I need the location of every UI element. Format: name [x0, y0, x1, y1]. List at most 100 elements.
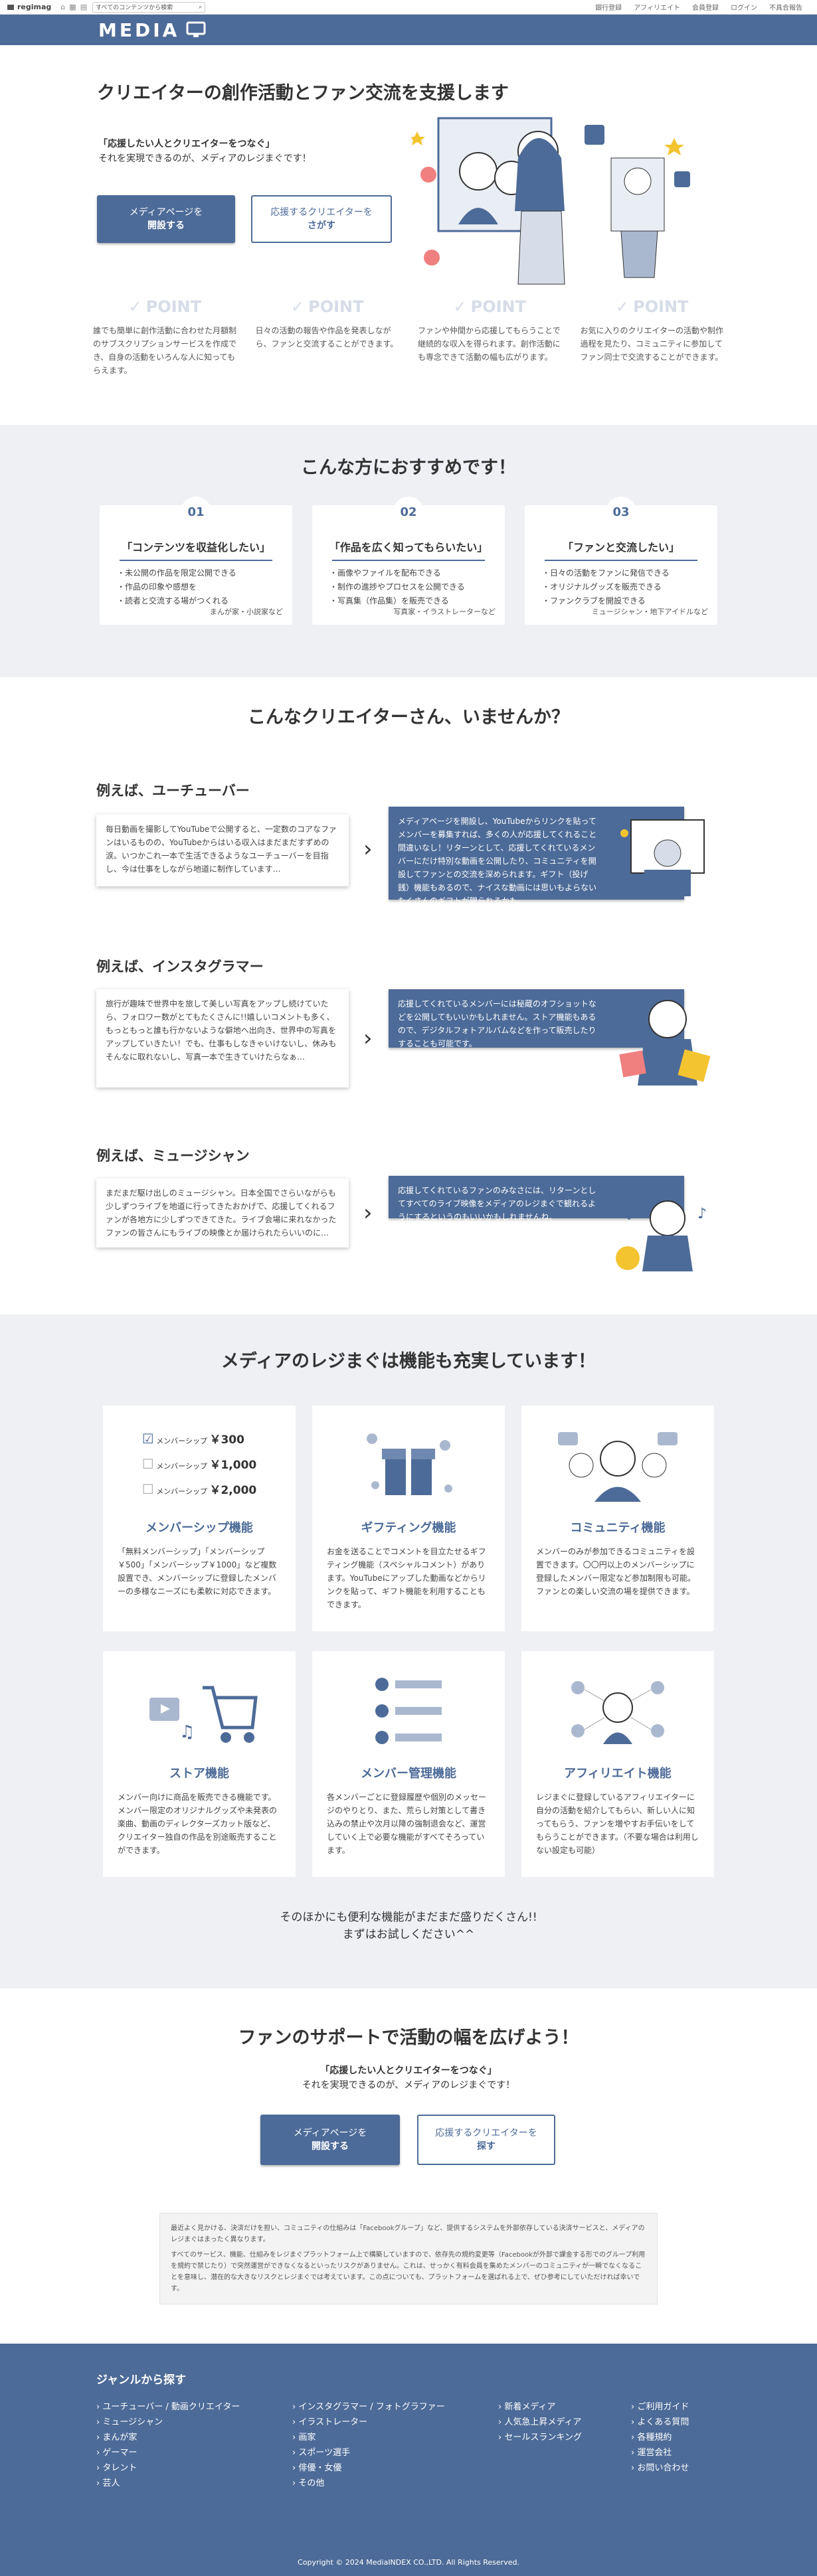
footer-link[interactable]: インスタグラマー / フォトグラファー	[292, 2399, 498, 2415]
example-heading: 例えば、インスタグラマー	[96, 959, 264, 975]
chevron-right-icon: ›	[363, 1025, 373, 1052]
footer-col-3: 新着メディア 人気急上昇メディア セールスランキング	[498, 2399, 631, 2491]
media-logo[interactable]: MEDIA	[98, 19, 206, 41]
link-register[interactable]: 会員登録	[692, 2, 719, 12]
creators-title: こんなクリエイターさん、いませんか？	[247, 707, 570, 728]
link-affiliate[interactable]: アフィリエイト	[634, 2, 680, 12]
member-list-icon	[327, 1664, 490, 1757]
shopping-cart-icon: ♫	[118, 1664, 281, 1757]
point-item: ✓ POINT お気に入りのクリエイターの活動や制作過程を見たり、コミュニティに参…	[581, 297, 725, 377]
card-divider	[120, 560, 272, 561]
search-icon[interactable]: ⌕	[199, 4, 202, 11]
features-title: メディアのレジまぐは機能も充実しています！	[221, 1351, 596, 1372]
feature-title: ストア機能	[169, 1767, 229, 1781]
footer-col-2: インスタグラマー / フォトグラファー イラストレーター 画家 スポーツ選手 俳…	[292, 2399, 498, 2491]
footer-col-4: ご利用ガイド よくある質問 各種規約 運営会社 お問い合わせ	[631, 2399, 731, 2491]
top-icons: ⌂ ▦ ▤	[60, 3, 87, 11]
card-item: ・作品の印象や感想を	[117, 582, 197, 592]
footer-link[interactable]: 各種規約	[631, 2430, 731, 2445]
membership-price: ￥1,000	[209, 1459, 257, 1472]
example-problem: まだまだ駆け出しのミュージシャン。日本全国でさらいながらも少しずつライブを地道に…	[96, 1178, 349, 1248]
support-title: ファンのサポートで活動の幅を広げよう！	[238, 2028, 579, 2048]
footer-link[interactable]: その他	[292, 2476, 498, 2491]
point-heading: ✓ POINT	[581, 297, 725, 316]
feature-desc: レジまぐに登録しているアフィリエイターに自分の活動を紹介してもらい、新しい人に知…	[536, 1793, 699, 1855]
footer-link[interactable]: イラストレーター	[292, 2415, 498, 2430]
feature-card: ☑ メンバーシップ ￥300 ☐ メンバーシップ ￥1,000 ☐ メンバーシッ…	[103, 1406, 296, 1631]
point-text: 日々の活動の報告や作品を発表しながら、ファンと交流することができます。	[255, 326, 399, 349]
hero-illustration	[412, 117, 690, 285]
chevron-right-icon: ›	[363, 836, 373, 862]
membership-price: ￥2,000	[209, 1484, 257, 1497]
home-icon[interactable]: ⌂	[60, 3, 65, 11]
card-item: ・未公開の作品を限定公開できる	[117, 568, 236, 578]
open-media-page-button[interactable]: メディアページを 開設する	[97, 195, 235, 243]
feature-desc: メンバー向けに商品を販売できる機能です。メンバー限定のオリジナルグッズや未発表の…	[118, 1793, 278, 1855]
point-label: POINT	[633, 297, 689, 316]
site-footer: ジャンルから探す ユーチューバー / 動画クリエイター ミュージシャン まんが家…	[0, 2344, 817, 2576]
link-bug-report[interactable]: 不具合報告	[769, 2, 802, 12]
point-label: POINT	[308, 297, 364, 316]
example-musician: 例えば、ミュージシャン まだまだ駆け出しのミュージシャン。日本全国でさらいながら…	[96, 1145, 721, 1271]
footer-link[interactable]: 画家	[292, 2430, 498, 2445]
feature-desc: 各メンバーごとに登録履歴や個別のメッセージのやりとり、また、荒らし対策として書き…	[327, 1793, 487, 1855]
footer-link[interactable]: ゲーマー	[96, 2445, 292, 2460]
footer-link[interactable]: 俳優・女優	[292, 2460, 498, 2476]
card-list: ・画像やファイルを配布できる ・制作の進捗やプロセスを公開できる ・写真集（作品…	[312, 566, 505, 608]
open-btn-line2: 開設する	[312, 2141, 349, 2152]
footer-link[interactable]: 新着メディア	[498, 2399, 631, 2415]
open-btn-line1: メディアページを	[293, 2128, 367, 2138]
feature-card: アフィリエイト機能 レジまぐに登録しているアフィリエイターに自分の活動を紹介して…	[521, 1651, 714, 1877]
features-grid: ☑ メンバーシップ ￥300 ☐ メンバーシップ ￥1,000 ☐ メンバーシッ…	[0, 1406, 817, 1877]
point-heading: ✓ POINT	[93, 297, 237, 316]
site-header: MEDIA	[0, 15, 817, 45]
feature-title: メンバーシップ機能	[145, 1521, 253, 1535]
svg-text:♪: ♪	[697, 1206, 707, 1222]
membership-row: ☐ メンバーシップ ￥1,000	[142, 1453, 257, 1478]
example-problem: 旅行が趣味で世界中を旅して美しい写真をアップし続けていたら、フォロワー数がとても…	[96, 989, 349, 1087]
recommend-cards: 01 「コンテンツを収益化したい」 ・未公開の作品を限定公開できる ・作品の印象…	[0, 497, 817, 625]
footer-link[interactable]: まんが家	[96, 2430, 292, 2445]
community-icon	[536, 1419, 699, 1512]
find-creator-button[interactable]: 応援するクリエイターを さがす	[251, 195, 392, 243]
membership-label: メンバーシップ	[156, 1487, 207, 1496]
instagrammer-illustration	[619, 1000, 711, 1086]
footer-link[interactable]: ミュージシャン	[96, 2415, 292, 2430]
footer-link[interactable]: 芸人	[96, 2476, 292, 2491]
find-btn-line1: 応援するクリエイターを	[270, 207, 373, 218]
link-login[interactable]: ログイン	[731, 2, 757, 12]
search-input[interactable]: すべてのコンテンツから検索 ⌕	[92, 1, 206, 13]
grid-icon[interactable]: ▦	[69, 3, 76, 11]
point-item: ✓ POINT 日々の活動の報告や作品を発表しながら、ファンと交流することができま…	[256, 297, 400, 377]
support-lead-2: それを実現できるのが、メディアのレジまぐです！	[302, 2080, 515, 2091]
find-creator-button-2[interactable]: 応援するクリエイターを 探す	[417, 2115, 555, 2165]
hero-lead: 「応援したい人とクリエイターをつなぐ」 それを実現できるのが、メディアのレジまぐ…	[98, 137, 312, 166]
book-icon[interactable]: ▤	[80, 3, 87, 11]
card-divider	[545, 560, 697, 561]
membership-illustration: ☑ メンバーシップ ￥300 ☐ メンバーシップ ￥1,000 ☐ メンバーシッ…	[118, 1419, 281, 1512]
feature-card: メンバー管理機能 各メンバーごとに登録履歴や個別のメッセージのやりとり、また、荒…	[312, 1651, 505, 1877]
footer-link[interactable]: 人気急上昇メディア	[498, 2415, 631, 2430]
card-number: 02	[393, 497, 424, 527]
footer-link[interactable]: スポーツ選手	[292, 2445, 498, 2460]
footer-link[interactable]: タレント	[96, 2460, 292, 2476]
link-bank[interactable]: 銀行登録	[595, 2, 622, 12]
feature-title: メンバー管理機能	[361, 1767, 456, 1781]
footer-link[interactable]: ユーチューバー / 動画クリエイター	[96, 2399, 292, 2415]
footer-link[interactable]: よくある質問	[631, 2415, 731, 2430]
footer-link[interactable]: ご利用ガイド	[631, 2399, 731, 2415]
footer-link[interactable]: 運営会社	[631, 2445, 731, 2460]
example-heading: 例えば、ユーチューバー	[96, 783, 250, 799]
feature-card: ♫ ストア機能 メンバー向けに商品を販売できる機能です。メンバー限定のオリジナル…	[103, 1651, 296, 1877]
footer-link[interactable]: セールスランキング	[498, 2430, 631, 2445]
regimag-logo[interactable]: regimag	[7, 3, 51, 11]
open-media-page-button-2[interactable]: メディアページを 開設する	[260, 2115, 400, 2165]
copyright: Copyright © 2024 MediaINDEX CO.,LTD. All…	[298, 2558, 519, 2567]
feature-desc: メンバーのみが参加できるコミュニティを設置できます。〇〇円以上のメンバーシップに…	[536, 1547, 696, 1596]
card-divider	[332, 560, 485, 561]
support-lead: 「応援したい人とクリエイターをつなぐ」 それを実現できるのが、メディアのレジまぐ…	[0, 2063, 817, 2093]
footer-link[interactable]: お問い合わせ	[631, 2460, 731, 2476]
check-icon: ✓	[616, 297, 630, 316]
svg-text:♫: ♫	[179, 1722, 195, 1742]
notice-box: 最近よく見かける、決済だけを担い、コミュニティの仕組みは「Facebookグルー…	[159, 2213, 658, 2304]
